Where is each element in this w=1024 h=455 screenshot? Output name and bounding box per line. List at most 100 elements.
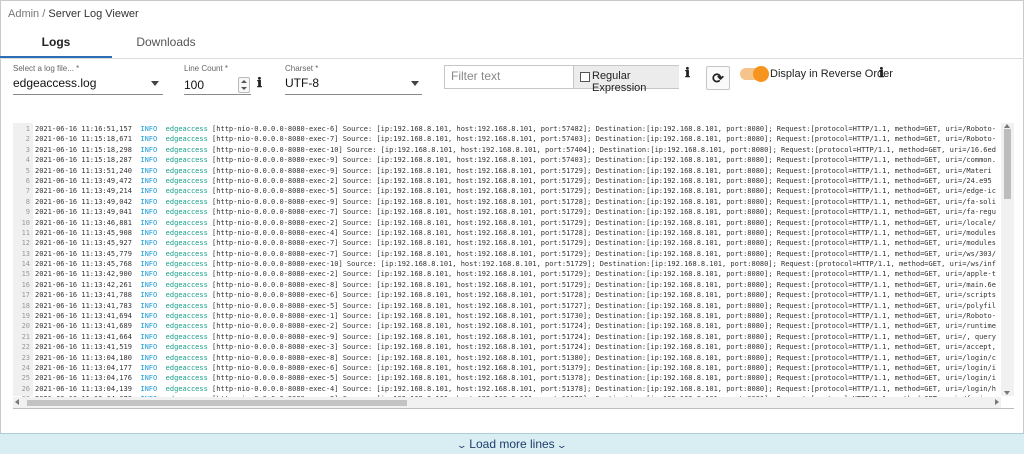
line-number: 2: [25, 135, 30, 144]
tab-logs[interactable]: Logs: [0, 28, 112, 58]
log-line: 10 2021-06-16 11:13:46,881 INFO edgeacces…: [13, 218, 1001, 228]
log-thread: [http-nio-0.0.0.0-8080-exec-9]: [212, 197, 339, 206]
line-number: 4: [25, 156, 30, 165]
charset-chevron-down-icon[interactable]: [411, 81, 419, 86]
log-message: Source: [ip:192.168.8.101, host:192.168.…: [342, 218, 996, 227]
tab-bar: Logs Downloads: [0, 28, 1024, 59]
line-number: 10: [21, 218, 30, 227]
log-logger: edgeaccess: [165, 135, 208, 144]
log-logger: edgeaccess: [165, 197, 208, 206]
charset-select[interactable]: UTF-8: [285, 76, 319, 90]
log-timestamp: 2021-06-16 11:13:41,664: [35, 332, 132, 341]
log-level: INFO: [140, 312, 158, 321]
log-timestamp: 2021-06-16 11:15:18,287: [35, 156, 132, 165]
regex-label: Regular Expression: [592, 70, 647, 94]
log-level: INFO: [140, 228, 158, 237]
breadcrumb-current: Server Log Viewer: [48, 8, 139, 20]
log-line: 8 2021-06-16 11:13:49,042 INFO edgeaccess…: [13, 197, 1001, 207]
log-text: 2021-06-16 11:15:18,671 INFO edgeaccess …: [35, 134, 996, 144]
breadcrumb-separator: /: [42, 8, 46, 20]
log-logger: edgeaccess: [165, 384, 208, 393]
line-count-underline: [184, 94, 251, 95]
chevron-down-icon: ⌄: [556, 440, 568, 450]
log-level: INFO: [140, 291, 158, 300]
stepper-down-icon[interactable]: [241, 87, 247, 90]
log-level: INFO: [140, 187, 158, 196]
line-number: 7: [25, 187, 30, 196]
log-file-chevron-down-icon[interactable]: [151, 81, 159, 86]
load-more-label: Load more lines: [469, 437, 555, 451]
log-message: Source: [ip:192.168.8.101, host:192.168.…: [342, 343, 996, 352]
regex-checkbox[interactable]: [580, 72, 590, 82]
log-text: 2021-06-16 11:13:04,177 INFO edgeaccess …: [35, 363, 996, 373]
log-text: 2021-06-16 11:13:49,042 INFO edgeaccess …: [35, 197, 996, 207]
breadcrumb-admin-link[interactable]: Admin: [8, 8, 39, 20]
line-number: 1: [25, 125, 30, 133]
stepper-up-icon[interactable]: [241, 80, 247, 83]
scroll-down-icon[interactable]: [1004, 391, 1010, 395]
log-level: INFO: [140, 332, 158, 341]
log-line: 25 2021-06-16 11:13:04,176 INFO edgeacces…: [13, 373, 1001, 383]
log-message: Source: [ip:192.168.8.101, host:192.168.…: [342, 322, 996, 331]
log-file-select[interactable]: edgeaccess.log: [13, 76, 96, 90]
log-logger: edgeaccess: [165, 374, 208, 383]
horizontal-scroll-thumb[interactable]: [27, 400, 407, 406]
log-logger: edgeaccess: [165, 249, 208, 258]
log-level: INFO: [140, 322, 158, 331]
charset-label: Charset *: [285, 64, 319, 73]
regex-option[interactable]: Regular Expression: [573, 66, 679, 94]
log-timestamp: 2021-06-16 11:13:04,139: [35, 384, 132, 393]
line-number: 13: [21, 249, 30, 258]
scroll-right-icon[interactable]: [995, 399, 999, 405]
scroll-up-icon[interactable]: [1004, 124, 1010, 128]
log-timestamp: 2021-06-16 11:13:04,177: [35, 363, 132, 372]
log-message: Source: [ip:192.168.8.101, host:192.168.…: [342, 353, 996, 362]
log-thread: [http-nio-0.0.0.0-8080-exec-4]: [212, 228, 339, 237]
log-text: 2021-06-16 11:16:51,157 INFO edgeaccess …: [35, 124, 996, 134]
log-line: 4 2021-06-16 11:15:18,287 INFO edgeaccess…: [13, 155, 1001, 165]
log-thread: [http-nio-0.0.0.0-8080-exec-7]: [212, 249, 339, 258]
log-timestamp: 2021-06-16 11:15:18,298: [35, 145, 132, 154]
log-message: Source: [ip:192.168.8.101, host:192.168.…: [342, 239, 996, 248]
log-timestamp: 2021-06-16 11:13:46,881: [35, 218, 132, 227]
log-line: 20 2021-06-16 11:13:41,689 INFO edgeacces…: [13, 321, 1001, 331]
line-number: 12: [21, 239, 30, 248]
log-thread: [http-nio-0.0.0.0-8080-exec-7]: [212, 239, 339, 248]
log-level: INFO: [140, 270, 158, 279]
log-line: 12 2021-06-16 11:13:45,927 INFO edgeacces…: [13, 238, 1001, 248]
filter-info-icon[interactable]: ℹ: [685, 66, 690, 81]
log-text: 2021-06-16 11:13:04,176 INFO edgeaccess …: [35, 373, 996, 383]
vertical-scrollbar[interactable]: [1001, 123, 1014, 396]
scroll-left-icon[interactable]: [15, 399, 19, 405]
line-number: 15: [21, 270, 30, 279]
log-level: INFO: [140, 301, 158, 310]
log-level: INFO: [140, 197, 158, 206]
log-text: 2021-06-16 11:15:18,298 INFO edgeaccess …: [35, 145, 996, 155]
load-more-button[interactable]: ⌄ Load more lines ⌄: [0, 433, 1024, 454]
reverse-order-toggle[interactable]: [740, 66, 769, 82]
vertical-scroll-thumb[interactable]: [1004, 129, 1011, 199]
refresh-button[interactable]: ⟳: [706, 66, 730, 90]
log-line: 16 2021-06-16 11:13:42,261 INFO edgeacces…: [13, 280, 1001, 290]
log-timestamp: 2021-06-16 11:13:41,694: [35, 312, 132, 321]
log-timestamp: 2021-06-16 11:16:51,157: [35, 125, 132, 133]
log-thread: [http-nio-0.0.0.0-8080-exec-2]: [212, 176, 339, 185]
line-count-info-icon[interactable]: ℹ: [257, 76, 262, 91]
log-timestamp: 2021-06-16 11:13:04,176: [35, 374, 132, 383]
toggle-knob: [753, 66, 769, 82]
chevron-down-icon: ⌄: [456, 440, 468, 450]
filter-input[interactable]: [445, 66, 579, 86]
line-number: 14: [21, 260, 30, 269]
log-thread: [http-nio-0.0.0.0-8080-exec-7]: [212, 208, 339, 217]
tab-downloads[interactable]: Downloads: [112, 28, 220, 56]
log-viewer[interactable]: 1 2021-06-16 11:16:51,157 INFO edgeaccess…: [13, 123, 1014, 409]
reverse-order-info-icon[interactable]: ℹ: [879, 66, 884, 81]
horizontal-scrollbar[interactable]: [13, 397, 1001, 408]
log-thread: [http-nio-0.0.0.0-8080-exec-5]: [212, 374, 339, 383]
line-count-label: Line Count *: [184, 64, 229, 73]
log-text: 2021-06-16 11:13:04,139 INFO edgeaccess …: [35, 384, 996, 394]
line-count-input[interactable]: 100: [184, 78, 204, 92]
line-count-stepper[interactable]: [238, 77, 250, 93]
log-line: 24 2021-06-16 11:13:04,177 INFO edgeacces…: [13, 363, 1001, 373]
log-level: INFO: [140, 145, 158, 154]
